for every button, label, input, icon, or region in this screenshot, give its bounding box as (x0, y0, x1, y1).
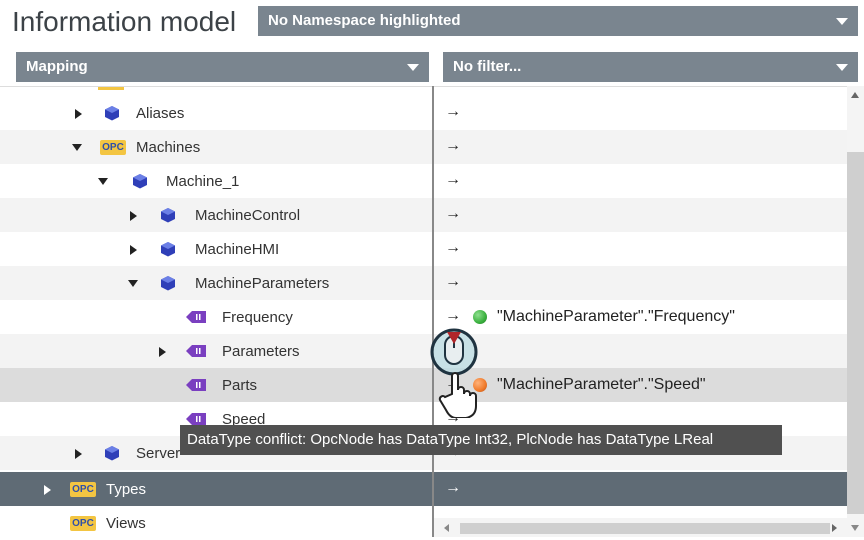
scrollbar-thumb[interactable] (460, 523, 830, 534)
scroll-down-icon[interactable] (851, 525, 859, 531)
tree-divider (0, 86, 847, 87)
scroll-left-icon[interactable] (444, 524, 449, 532)
mapping-arrow-icon[interactable]: → (445, 103, 461, 121)
mapping-arrow-icon[interactable]: → (445, 479, 461, 497)
expand-collapsed-icon[interactable] (159, 347, 166, 357)
variable-icon (186, 413, 206, 425)
plc-tag[interactable]: "MachineParameter"."Speed" (497, 376, 706, 394)
object-cube-icon (105, 106, 119, 121)
opc-folder-icon: OPC (70, 482, 96, 497)
namespace-select[interactable]: No Namespace highlighted (258, 6, 858, 36)
header: Information model No Namespace highlight… (0, 0, 864, 46)
tree-row-label: Machines (136, 139, 201, 156)
filter-select[interactable]: No filter... (443, 52, 858, 82)
tree-row-label: Machine_1 (166, 173, 240, 190)
expand-collapsed-icon[interactable] (75, 449, 82, 459)
expand-expanded-icon[interactable] (128, 280, 138, 287)
expand-collapsed-icon[interactable] (44, 485, 51, 495)
chevron-down-icon (836, 18, 848, 25)
mapping-select[interactable]: Mapping (16, 52, 429, 82)
scroll-up-icon[interactable] (851, 92, 859, 98)
tree-row-label: Views (106, 515, 146, 532)
mapping-arrow-icon[interactable]: → (445, 171, 461, 189)
mapping-select-value: Mapping (26, 58, 88, 75)
tree-row-label: MachineParameters (195, 275, 330, 292)
opc-folder-icon: OPC (70, 516, 96, 531)
tree-row-label: MachineHMI (195, 241, 280, 258)
scroll-right-icon[interactable] (832, 524, 837, 532)
horizontal-scrollbar[interactable] (434, 518, 847, 537)
mapping-arrow-icon[interactable]: → (445, 273, 461, 291)
mouse-cursor-icon (430, 328, 478, 418)
mapping-arrow-icon[interactable]: → (445, 205, 461, 223)
object-cube-icon (161, 208, 175, 223)
object-cube-icon (133, 174, 147, 189)
expand-collapsed-icon[interactable] (130, 211, 137, 221)
variable-icon (186, 311, 206, 323)
tree-row-label: Server (136, 445, 181, 462)
tree-row-label: Parameters (222, 343, 300, 360)
opc-folder-icon: OPC (100, 140, 126, 155)
expand-expanded-icon[interactable] (98, 178, 108, 185)
mapping-arrow-icon[interactable]: → (445, 239, 461, 257)
tree-row-label: Aliases (136, 105, 185, 122)
namespace-select-value: No Namespace highlighted (268, 12, 461, 29)
chevron-down-icon (407, 64, 419, 71)
tree-row-label: Types (106, 481, 147, 498)
object-cube-icon (161, 242, 175, 257)
plc-tag[interactable]: "MachineParameter"."Frequency" (497, 308, 735, 326)
chevron-down-icon (836, 64, 848, 71)
tree-row-label: Parts (222, 377, 258, 394)
tooltip: DataType conflict: OpcNode has DataType … (180, 425, 782, 455)
object-cube-icon (105, 446, 119, 461)
vertical-scrollbar[interactable] (847, 86, 864, 537)
page-title: Information model (12, 6, 237, 37)
column-splitter[interactable] (432, 86, 434, 537)
tree-row-types[interactable]: OPC Types → (0, 472, 847, 506)
object-cube-icon (161, 276, 175, 291)
tree-row-label: MachineControl (195, 207, 301, 224)
expand-expanded-icon[interactable] (72, 144, 82, 151)
variable-icon (186, 379, 206, 391)
filter-select-value: No filter... (453, 58, 522, 75)
mapping-arrow-icon[interactable]: → (445, 137, 461, 155)
variable-icon (186, 345, 206, 357)
expand-collapsed-icon[interactable] (75, 109, 82, 119)
expand-collapsed-icon[interactable] (130, 245, 137, 255)
tree-row-label: Frequency (222, 309, 293, 326)
scrollbar-thumb[interactable] (847, 152, 864, 514)
